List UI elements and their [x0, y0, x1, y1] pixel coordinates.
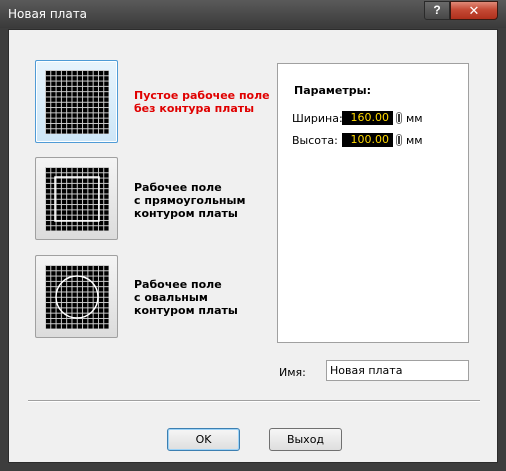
width-field[interactable]: 160.00	[342, 111, 393, 125]
exit-button[interactable]: Выход	[269, 428, 342, 451]
oval-outline-option-label[interactable]: Рабочее поле с овальным контуром платы	[134, 278, 238, 317]
window-title: Новая плата	[8, 7, 88, 21]
name-label: Имя:	[279, 366, 306, 379]
width-unit: мм	[406, 112, 423, 125]
close-button[interactable]: ✕	[450, 1, 498, 20]
height-field[interactable]: 100.00	[342, 133, 393, 147]
option-label-line: контуром платы	[134, 304, 238, 317]
height-spin-handle[interactable]	[396, 134, 402, 146]
empty-grid-icon	[45, 70, 109, 134]
new-board-dialog: Новая плата ? ✕ Пустое рабочее поле без …	[0, 0, 506, 471]
ok-button[interactable]: OK	[167, 428, 240, 451]
title-bar[interactable]: Новая плата ? ✕	[0, 0, 506, 28]
height-label: Высота:	[292, 134, 338, 147]
option-label-line: с овальным	[134, 291, 208, 304]
option-label-line: Пустое рабочее поле	[134, 89, 270, 102]
divider	[28, 400, 480, 402]
rect-outline-option-label[interactable]: Рабочее поле с прямоугольным контуром пл…	[134, 181, 245, 220]
option-label-line: Рабочее поле	[134, 278, 222, 291]
help-button[interactable]: ?	[424, 1, 450, 20]
option-label-line: контуром платы	[134, 207, 238, 220]
parameters-panel: Параметры: Ширина: 160.00 мм Высота: 100…	[277, 63, 469, 343]
dialog-body: Пустое рабочее поле без контура платы Ра…	[8, 29, 498, 463]
option-label-line: без контура платы	[134, 102, 255, 115]
rect-outline-grid-icon	[45, 167, 109, 231]
width-spin-handle[interactable]	[396, 112, 402, 124]
oval-outline-option-button[interactable]	[35, 255, 118, 338]
empty-field-option-label[interactable]: Пустое рабочее поле без контура платы	[134, 89, 270, 115]
name-field[interactable]: Новая плата	[326, 360, 469, 381]
oval-outline-grid-icon	[45, 265, 109, 329]
empty-field-option-button[interactable]	[35, 60, 118, 143]
parameters-title: Параметры:	[294, 84, 371, 97]
height-unit: мм	[406, 134, 423, 147]
rect-outline-option-button[interactable]	[35, 157, 118, 240]
option-label-line: с прямоугольным	[134, 194, 246, 207]
width-label: Ширина:	[292, 112, 343, 125]
option-label-line: Рабочее поле	[134, 181, 222, 194]
